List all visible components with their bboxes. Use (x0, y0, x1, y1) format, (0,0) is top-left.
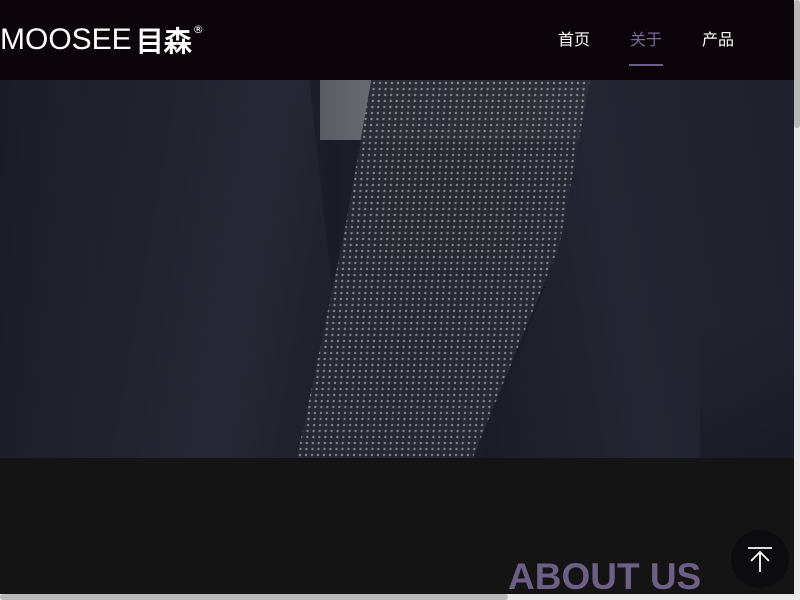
jacket-shadow (700, 320, 794, 458)
registered-mark: ® (192, 22, 204, 36)
about-section: ABOUT US (0, 458, 794, 600)
nav-item-home[interactable]: 首页 (538, 0, 610, 80)
arrow-up-icon (748, 547, 772, 572)
active-nav-underline (628, 64, 663, 66)
about-heading: ABOUT US (508, 556, 702, 597)
horizontal-scrollbar[interactable] (0, 594, 794, 600)
horizontal-scrollbar-thumb[interactable] (0, 594, 508, 600)
nav-item-products[interactable]: 产品 (682, 0, 754, 80)
vertical-scrollbar[interactable] (794, 0, 800, 600)
nav-item-label: 关于 (629, 30, 662, 49)
site-header: MOOSEE 目森 ® 首页 关于 产品 (0, 0, 794, 80)
logo-wordmark: MOOSEE (0, 23, 132, 56)
brand-logo[interactable]: MOOSEE 目森 ® (0, 20, 204, 60)
main-nav: 首页 关于 产品 (538, 0, 754, 80)
nav-item-label: 产品 (701, 30, 734, 49)
vertical-scrollbar-thumb[interactable] (794, 0, 800, 128)
nav-item-label: 首页 (557, 30, 590, 49)
hero-banner-image (0, 80, 794, 458)
nav-item-about[interactable]: 关于 (610, 0, 682, 80)
back-to-top-button[interactable] (731, 530, 789, 588)
logo-chinese-name: 目森 (135, 25, 192, 58)
